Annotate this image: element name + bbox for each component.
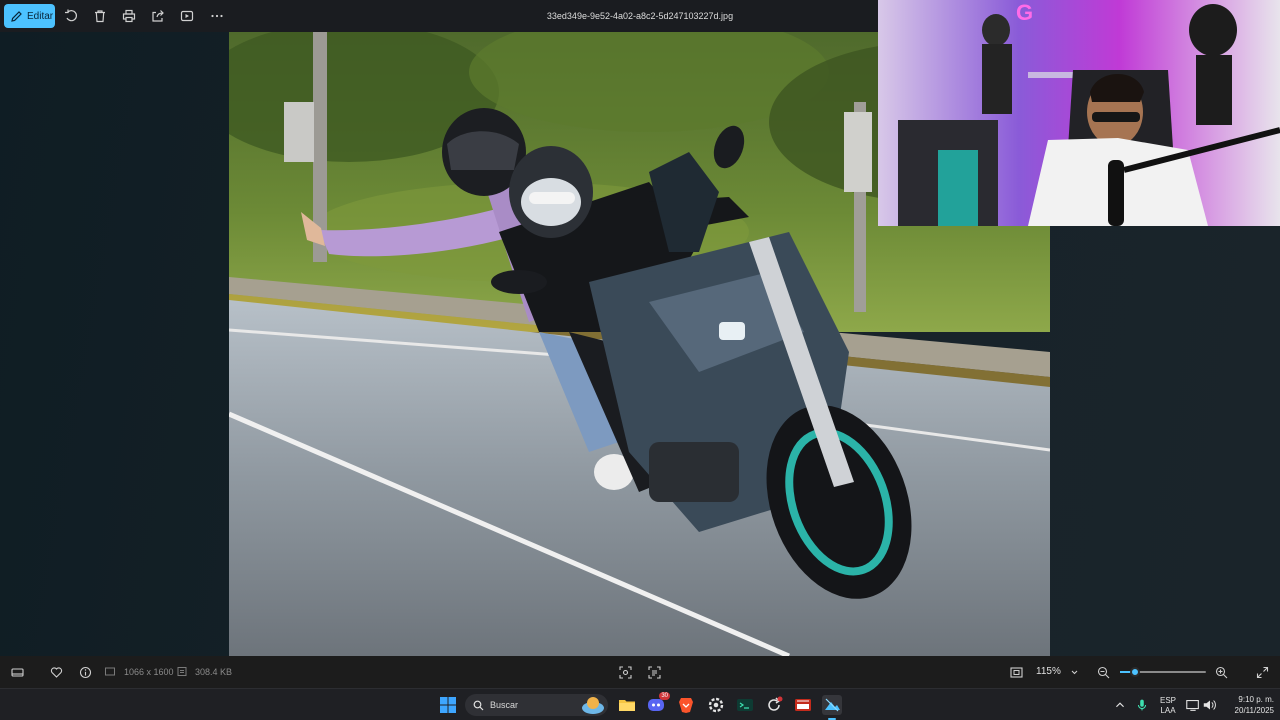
- show-hidden-icons-button[interactable]: [1112, 695, 1128, 715]
- share-button[interactable]: [149, 7, 167, 25]
- terminal-icon: [737, 699, 753, 711]
- chevron-down-icon: [1071, 670, 1077, 674]
- folder-icon: [619, 700, 635, 711]
- notification-badge: 30: [659, 692, 670, 700]
- filmstrip-button[interactable]: [9, 664, 25, 680]
- zoom-out-icon: [1097, 666, 1109, 678]
- input-language[interactable]: ESP LAA: [1156, 696, 1180, 716]
- file-explorer-button[interactable]: [617, 695, 637, 715]
- file-size: 308.4 KB: [195, 667, 233, 677]
- fullscreen-button[interactable]: [1254, 664, 1270, 680]
- expand-icon: [1256, 666, 1268, 678]
- share-icon: [152, 10, 164, 22]
- app-update-button[interactable]: [764, 695, 784, 715]
- microphone-button[interactable]: [1134, 695, 1150, 715]
- edit-icon: [11, 11, 22, 22]
- delete-icon: [95, 10, 105, 23]
- photos-icon: [825, 698, 840, 712]
- brave-browser-button[interactable]: [676, 695, 696, 715]
- search-icon: [473, 700, 484, 710]
- slideshow-button[interactable]: [178, 7, 196, 25]
- discord-button[interactable]: 30: [646, 692, 670, 715]
- video-editor-icon: [795, 699, 811, 711]
- fit-window-icon: [1009, 666, 1023, 678]
- search-highlight-icon: [580, 694, 606, 716]
- webcam-overlay: G: [878, 0, 1280, 226]
- image-dimensions: 1066 x 1600: [124, 667, 174, 677]
- info-icon: [79, 666, 91, 678]
- visual-search-button[interactable]: [617, 664, 633, 680]
- clock-date: 20/11/2025: [1234, 706, 1274, 715]
- photos-app-button[interactable]: [822, 695, 842, 715]
- more-icon: [211, 14, 223, 18]
- speaker-icon: [1203, 700, 1216, 710]
- file-info-button[interactable]: [77, 664, 93, 680]
- print-icon: [122, 9, 136, 23]
- zoom-level[interactable]: 115%: [1036, 666, 1061, 677]
- zoom-dropdown[interactable]: [1067, 664, 1081, 680]
- keyboard-layout: LAA: [1160, 706, 1176, 715]
- print-button[interactable]: [120, 7, 138, 25]
- system-clock[interactable]: 9:10 p. m. 20/11/2025: [1222, 694, 1274, 716]
- zoom-slider[interactable]: [1120, 667, 1206, 677]
- rotate-icon: [65, 9, 77, 22]
- language-code: ESP: [1159, 696, 1176, 705]
- delete-button[interactable]: [91, 7, 109, 25]
- zoom-in-icon: [1215, 666, 1227, 678]
- streamer-webcam-feed: G: [878, 0, 1280, 226]
- slideshow-icon: [180, 10, 194, 22]
- svg-text:G: G: [1016, 0, 1033, 25]
- zoom-in-button[interactable]: [1213, 664, 1229, 680]
- visual-search-icon: [618, 665, 632, 679]
- fit-to-window-button[interactable]: [1008, 664, 1024, 680]
- zoom-slider-thumb[interactable]: [1130, 667, 1141, 677]
- settings-button[interactable]: [706, 695, 726, 715]
- refresh-icon: [768, 696, 783, 711]
- text-scan-button[interactable]: [646, 664, 662, 680]
- edit-button[interactable]: Editar: [4, 4, 55, 28]
- chevron-up-icon: [1116, 702, 1124, 708]
- text-scan-icon: [647, 665, 661, 679]
- edit-button-label: Editar: [27, 10, 54, 22]
- windows-logo-icon: [440, 697, 456, 713]
- terminal-button[interactable]: [735, 695, 755, 715]
- start-button[interactable]: [438, 695, 458, 715]
- file-name: 33ed349e-9e52-4a02-a8c2-5d247103227d.jpg: [546, 11, 734, 21]
- network-button[interactable]: [1185, 695, 1201, 715]
- more-options-button[interactable]: [208, 7, 226, 25]
- microphone-icon: [1137, 699, 1147, 711]
- volume-button[interactable]: [1202, 695, 1218, 715]
- zoom-out-button[interactable]: [1095, 664, 1111, 680]
- network-icon: [1186, 700, 1199, 711]
- windows-taskbar: Buscar 30 ESP LAA 9:10 p. m. 20/11/2025: [0, 688, 1280, 720]
- gear-icon: [708, 697, 724, 713]
- clock-time: 9:10 p. m.: [1238, 695, 1274, 704]
- filmstrip-icon: [10, 667, 24, 677]
- brave-lion-icon: [679, 698, 693, 713]
- file-size-icon: [176, 665, 188, 677]
- rotate-button[interactable]: [62, 7, 80, 25]
- search-placeholder: Buscar: [490, 700, 519, 710]
- heart-icon: [50, 666, 62, 678]
- photo-statusbar: 1066 x 1600 308.4 KB 115%: [0, 656, 1280, 688]
- recording-app-button[interactable]: [793, 695, 813, 715]
- favorite-button[interactable]: [48, 664, 64, 680]
- dimensions-icon: [104, 665, 116, 677]
